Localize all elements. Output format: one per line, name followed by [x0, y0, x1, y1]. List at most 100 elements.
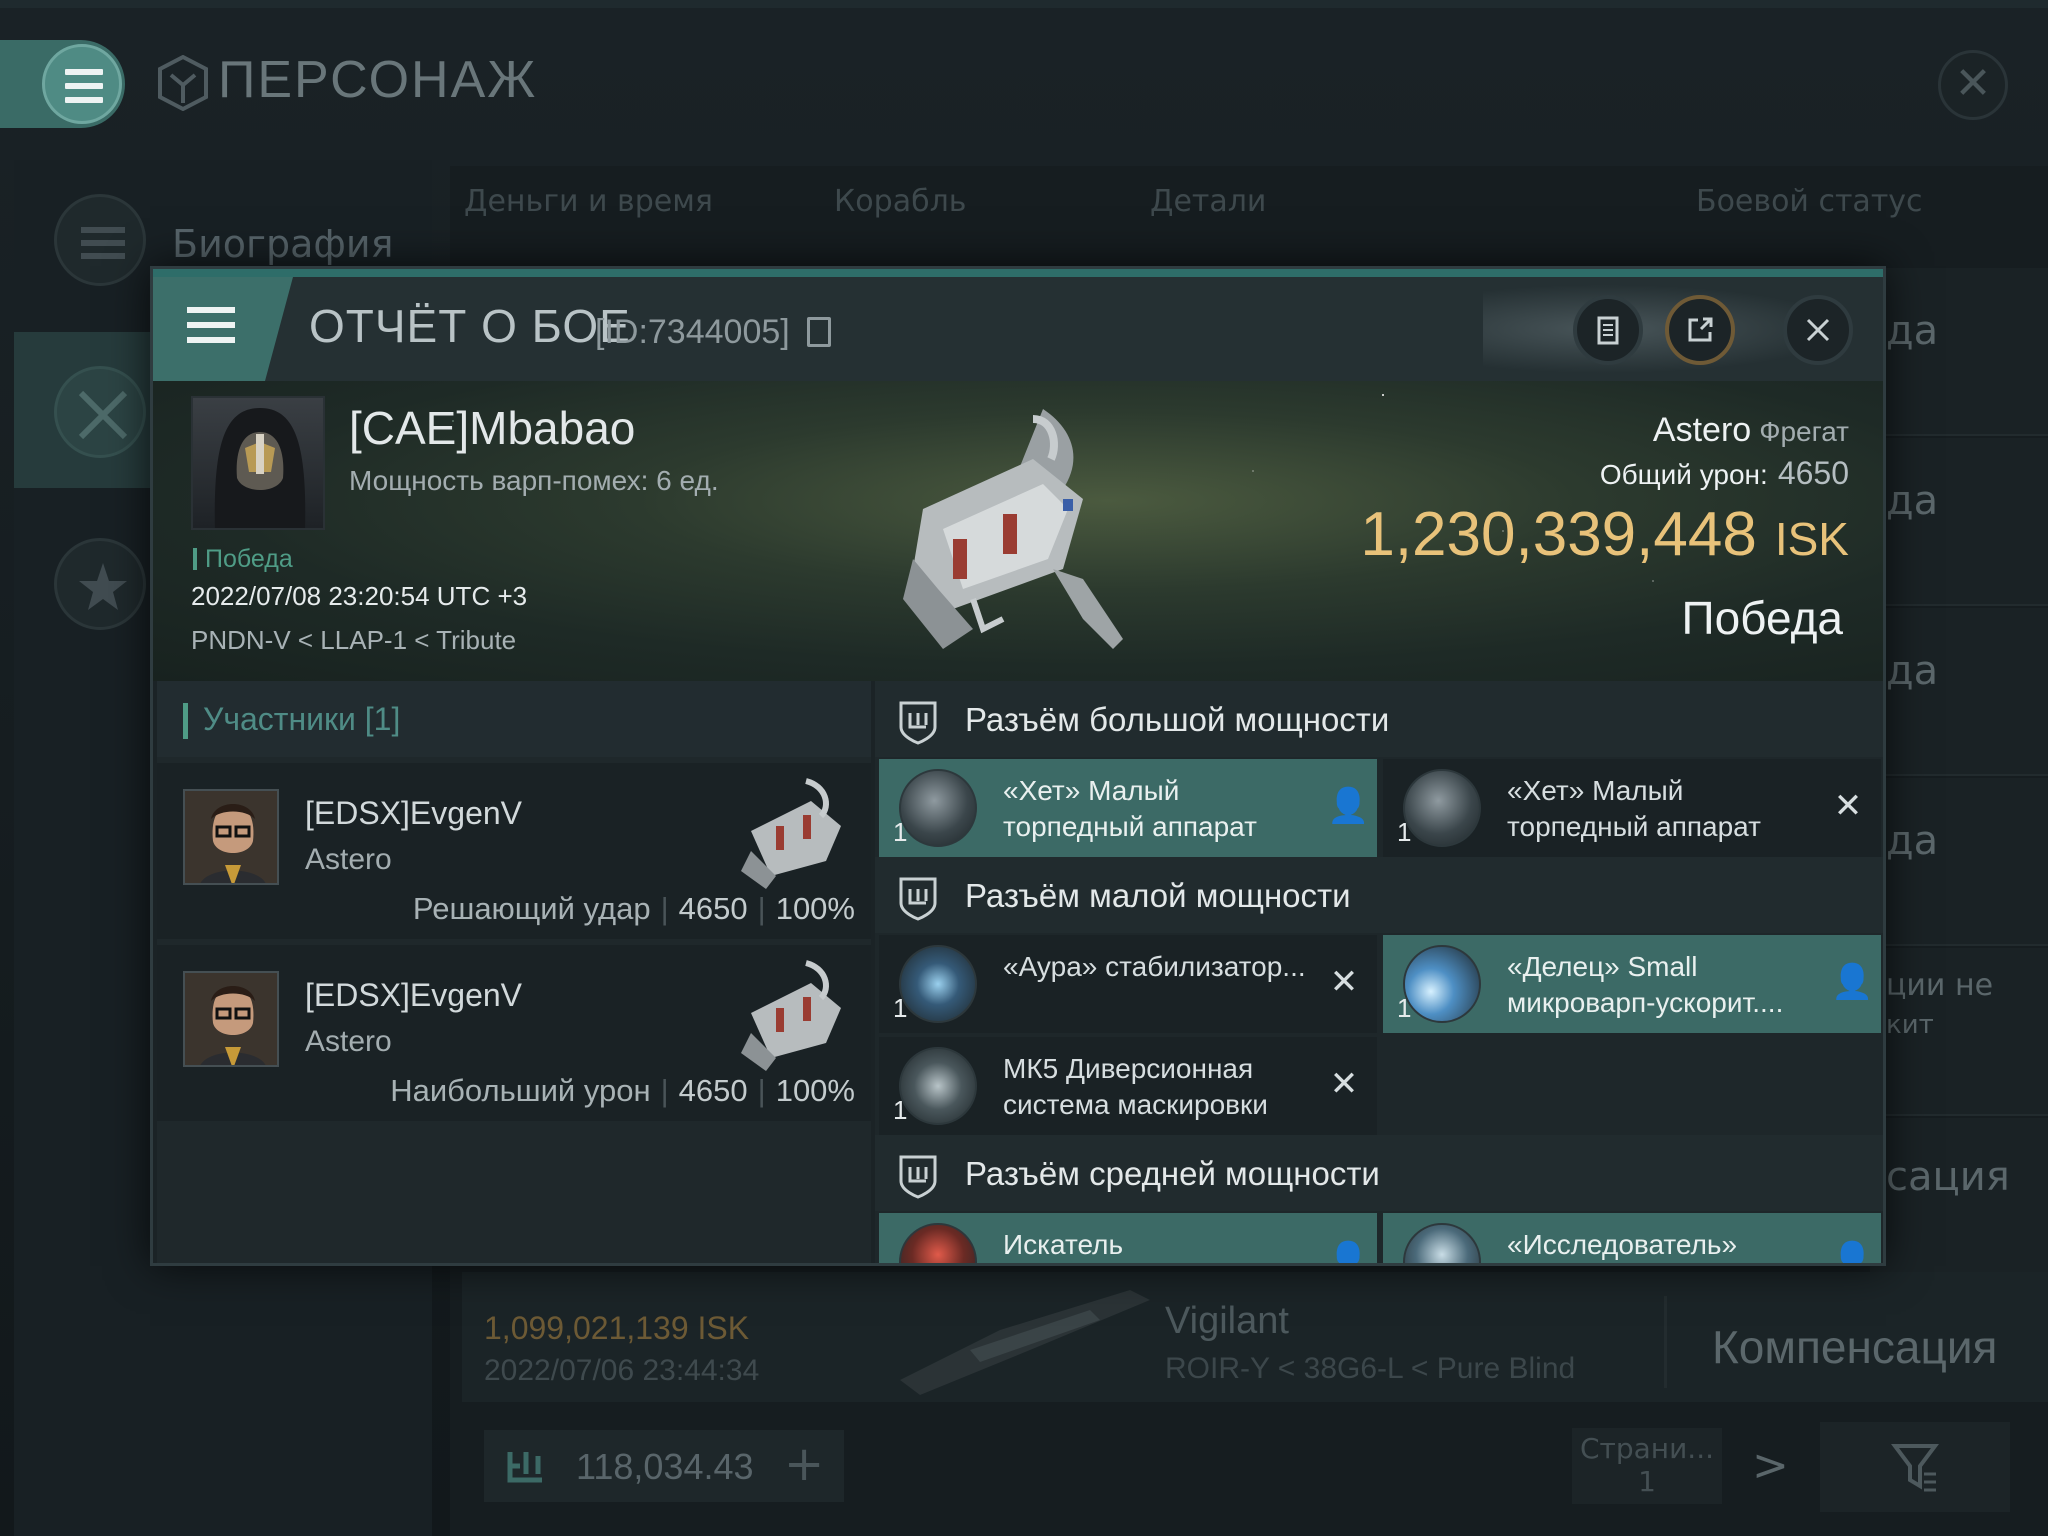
ship-image: [900, 1290, 1150, 1395]
participant-damage: 4650: [678, 891, 748, 926]
participant-percent: 100%: [775, 1073, 855, 1108]
mid-slot-title: Разъём средней мощности: [965, 1155, 1380, 1192]
analyzer-icon: [899, 1223, 977, 1263]
participant-damage: 4650: [678, 1073, 748, 1108]
page-close-button[interactable]: ✕: [1938, 50, 2008, 120]
module-item[interactable]: «Исследователь» 👤: [1383, 1213, 1881, 1266]
filter-button[interactable]: [1820, 1422, 2010, 1512]
divider: [1664, 1296, 1667, 1388]
combat-report-dialog: ОТЧЁТ О БОЕ [ID:7344005] [CAE]Mbabao Мощ…: [150, 266, 1886, 1266]
page-label: Страни...: [1580, 1432, 1714, 1465]
slot-shield-icon: [899, 701, 937, 745]
module-name: Искатель: [1003, 1229, 1124, 1260]
module-item[interactable]: Искатель 👤: [879, 1213, 1377, 1266]
participant-ship-image: [741, 960, 841, 1071]
ship-type: Astero: [1652, 411, 1752, 449]
dialog-accent-bar: [153, 269, 1883, 277]
ship-class: Фрегат: [1759, 416, 1849, 447]
wallet-balance: 118,034.43: [576, 1446, 754, 1487]
status-fragment: да: [1886, 308, 1939, 354]
kill-summary: [CAE]Mbabao Мощность варп-помех: 6 ед. П…: [153, 381, 1883, 681]
module-quantity: 1: [893, 1095, 908, 1125]
participant-ship: Astero: [305, 1025, 392, 1058]
total-damage-value: 4650: [1777, 455, 1849, 491]
participant-ship: Astero: [305, 843, 392, 876]
dropped-icon: 👤: [1831, 1240, 1874, 1266]
participants-header: Участники [1]: [157, 681, 871, 757]
stabilizer-icon: [899, 945, 977, 1023]
module-quantity: 1: [893, 817, 908, 847]
kill-location[interactable]: PNDN-V < LLAP-1 < Tribute: [191, 625, 516, 656]
module-quantity: 1: [1397, 817, 1412, 847]
dropped-icon: 👤: [1327, 1240, 1370, 1266]
close-icon: ✕: [1954, 58, 1992, 109]
participant-avatar[interactable]: [183, 971, 279, 1067]
main-menu-button[interactable]: [42, 44, 122, 124]
divider: |: [660, 1073, 669, 1108]
low-slot-title: Разъём малой мощности: [965, 877, 1351, 914]
victim-avatar[interactable]: [191, 396, 325, 530]
close-icon: [1806, 318, 1830, 342]
filter-icon: [1891, 1444, 1939, 1492]
kill-ship-name: Vigilant: [1165, 1300, 1289, 1342]
module-item[interactable]: 1 «Аура» стабилизатор... ✕: [879, 935, 1377, 1033]
page-selector[interactable]: Страни... 1: [1572, 1428, 1722, 1504]
sidebar-item-label: Биография: [172, 222, 394, 266]
star-icon: [54, 538, 146, 630]
module-name: «Исследователь»: [1507, 1229, 1738, 1260]
fitting-panel: Разъём большой мощности 1 «Хет» Малый то…: [875, 681, 1883, 1266]
status-fragment: кит: [1886, 1010, 1934, 1040]
module-quantity: 1: [1397, 993, 1412, 1023]
hamburger-icon: [187, 307, 235, 352]
participant-row[interactable]: [EDSX]EvgenV Astero Решающий удар | 4650 | 1…: [157, 763, 871, 939]
victim-name[interactable]: [CAE]Mbabao: [349, 401, 635, 455]
isk-value: 1,230,339,448 ISK: [1360, 499, 1849, 570]
divider: |: [757, 1073, 766, 1108]
total-damage: Общий урон: 4650: [1600, 455, 1849, 492]
low-slot-header: Разъём малой мощности: [875, 857, 1883, 933]
destroyed-icon: ✕: [1329, 962, 1359, 1002]
participant-name: [EDSX]EvgenV: [305, 977, 522, 1013]
clipboard-button[interactable]: [1573, 295, 1643, 365]
participant-ship-image: [741, 778, 841, 889]
module-item[interactable]: 1 «Хет» Малый торпедный аппарат ✕: [1383, 759, 1881, 857]
kill-date: 2022/07/06 23:44:34: [484, 1354, 760, 1387]
module-item[interactable]: 1 МК5 Диверсионная система маскировки ✕: [879, 1037, 1377, 1135]
add-funds-button[interactable]: +: [784, 1436, 824, 1492]
warp-disruption-strength: Мощность варп-помех: 6 ед.: [349, 465, 719, 496]
participant-row[interactable]: [EDSX]EvgenV Astero Наибольший урон | 4650…: [157, 945, 871, 1121]
destroyed-icon: ✕: [1329, 1064, 1359, 1104]
module-item[interactable]: 1 «Хет» Малый торпедный аппарат 👤: [879, 759, 1377, 857]
tab-combat-status[interactable]: Боевой статус: [1696, 184, 1923, 219]
high-slot-header: Разъём большой мощности: [875, 681, 1883, 757]
participant-percent: 100%: [775, 891, 855, 926]
divider: |: [757, 891, 766, 926]
participant-avatar[interactable]: [183, 789, 279, 885]
dialog-menu-button[interactable]: [153, 277, 293, 381]
column-tabs: Деньги и время Корабль Детали Боевой ста…: [450, 184, 2048, 234]
victim-ship-image[interactable]: [883, 389, 1143, 679]
copy-icon[interactable]: [807, 317, 831, 347]
next-page-button[interactable]: >: [1752, 1440, 1789, 1491]
tab-details[interactable]: Детали: [1150, 184, 1266, 219]
scanner-icon: [1403, 1223, 1481, 1263]
participant-role: Наибольший урон: [390, 1073, 651, 1108]
dialog-close-button[interactable]: [1783, 295, 1853, 365]
victim-ship-name[interactable]: Astero Фрегат: [1653, 411, 1849, 450]
tab-ship[interactable]: Корабль: [834, 184, 966, 219]
status-fragment: ции не: [1886, 968, 1994, 1003]
isk-amount: 1,230,339,448: [1360, 500, 1757, 569]
total-damage-label: Общий урон:: [1599, 459, 1768, 490]
tab-money-time[interactable]: Деньги и время: [464, 184, 713, 219]
crossed-swords-icon: [54, 366, 146, 458]
mid-slot-header: Разъём средней мощности: [875, 1135, 1883, 1211]
participant-role: Решающий удар: [412, 891, 651, 926]
character-icon: [158, 55, 208, 111]
dropped-icon: 👤: [1327, 786, 1370, 826]
compensation-button[interactable]: Компенсация: [1712, 1320, 1997, 1374]
report-id: [ID:7344005]: [595, 313, 790, 351]
list-item[interactable]: [1870, 1118, 2048, 1286]
header-marker: [183, 703, 188, 739]
module-item[interactable]: 1 «Делец» Small микроварп-ускорит.... 👤: [1383, 935, 1881, 1033]
share-button[interactable]: [1665, 295, 1735, 365]
